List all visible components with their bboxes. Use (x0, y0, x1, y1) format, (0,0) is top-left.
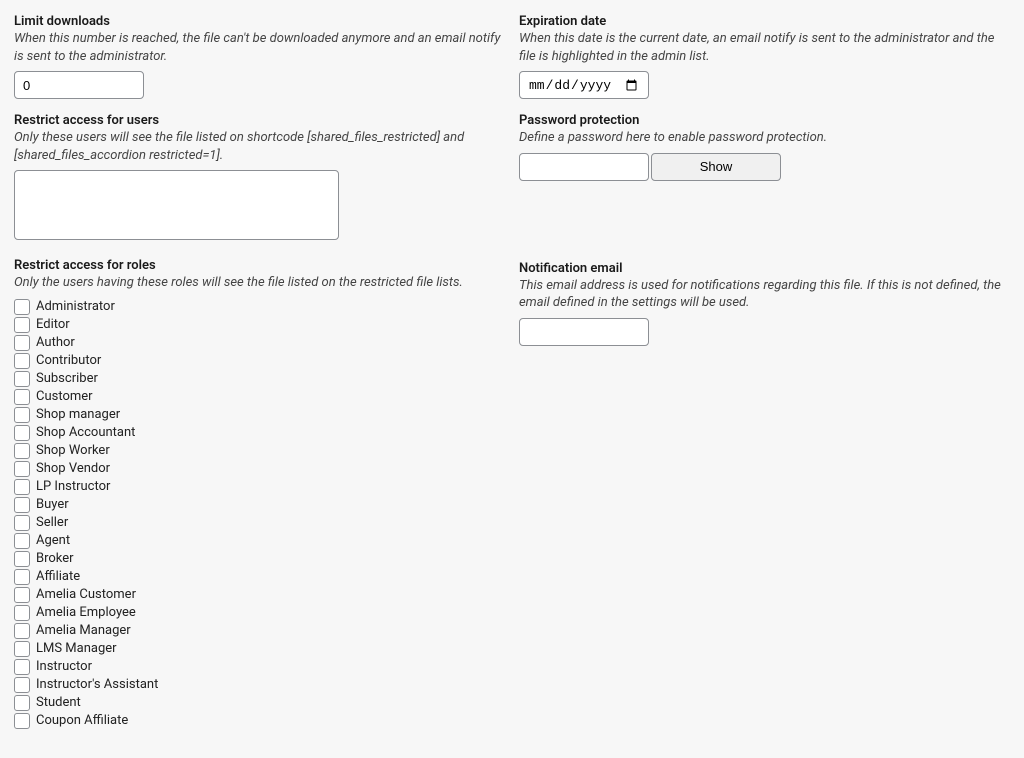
role-checkbox[interactable] (14, 299, 30, 315)
role-row: LMS Manager (14, 640, 505, 658)
role-row: Shop Accountant (14, 424, 505, 442)
notification-desc: This email address is used for notificat… (519, 277, 1010, 312)
role-label: Shop manager (36, 407, 120, 422)
role-checkbox[interactable] (14, 407, 30, 423)
restrict-users-desc: Only these users will see the file liste… (14, 129, 505, 164)
expiration-input[interactable] (519, 71, 649, 99)
role-row: Editor (14, 316, 505, 334)
role-row: Buyer (14, 496, 505, 514)
role-checkbox[interactable] (14, 425, 30, 441)
role-label: LP Instructor (36, 479, 110, 494)
role-label: Subscriber (36, 371, 98, 386)
restrict-roles-block: Restrict access for roles Only the users… (14, 258, 505, 730)
role-label: Shop Worker (36, 443, 110, 458)
role-label: Customer (36, 389, 93, 404)
role-label: Shop Accountant (36, 425, 135, 440)
role-label: Instructor's Assistant (36, 677, 158, 692)
role-checkbox[interactable] (14, 353, 30, 369)
role-row: Coupon Affiliate (14, 712, 505, 730)
role-row: Customer (14, 388, 505, 406)
role-label: Shop Vendor (36, 461, 110, 476)
limit-downloads-block: Limit downloads When this number is reac… (14, 14, 505, 99)
role-label: Amelia Customer (36, 587, 136, 602)
password-block: Password protection Define a password he… (519, 113, 1010, 181)
role-row: Affiliate (14, 568, 505, 586)
role-checkbox[interactable] (14, 713, 30, 729)
notification-input[interactable] (519, 318, 649, 346)
role-checkbox[interactable] (14, 371, 30, 387)
role-label: Amelia Manager (36, 623, 131, 638)
restrict-users-input[interactable] (14, 170, 339, 240)
role-checkbox[interactable] (14, 605, 30, 621)
role-row: Broker (14, 550, 505, 568)
expiration-label: Expiration date (519, 14, 1010, 29)
password-input[interactable] (519, 153, 649, 181)
restrict-users-block: Restrict access for users Only these use… (14, 113, 505, 244)
role-row: Subscriber (14, 370, 505, 388)
role-checkbox[interactable] (14, 641, 30, 657)
role-label: LMS Manager (36, 641, 117, 656)
expiration-block: Expiration date When this date is the cu… (519, 14, 1010, 99)
role-label: Affiliate (36, 569, 80, 584)
role-label: Instructor (36, 659, 92, 674)
role-label: Seller (36, 515, 68, 530)
role-row: Seller (14, 514, 505, 532)
role-checkbox[interactable] (14, 659, 30, 675)
role-checkbox[interactable] (14, 587, 30, 603)
role-checkbox[interactable] (14, 317, 30, 333)
role-checkbox[interactable] (14, 533, 30, 549)
role-row: LP Instructor (14, 478, 505, 496)
role-checkbox[interactable] (14, 497, 30, 513)
role-checkbox[interactable] (14, 623, 30, 639)
role-row: Amelia Employee (14, 604, 505, 622)
role-checkbox[interactable] (14, 551, 30, 567)
role-label: Broker (36, 551, 74, 566)
role-row: Author (14, 334, 505, 352)
role-row: Instructor (14, 658, 505, 676)
limit-downloads-label: Limit downloads (14, 14, 505, 29)
role-label: Contributor (36, 353, 101, 368)
limit-downloads-desc: When this number is reached, the file ca… (14, 30, 505, 65)
role-row: Student (14, 694, 505, 712)
restrict-users-label: Restrict access for users (14, 113, 505, 128)
restrict-roles-desc: Only the users having these roles will s… (14, 274, 505, 292)
limit-downloads-input[interactable] (14, 71, 144, 99)
role-checkbox[interactable] (14, 443, 30, 459)
role-checkbox[interactable] (14, 461, 30, 477)
role-checkbox[interactable] (14, 335, 30, 351)
role-label: Agent (36, 533, 70, 548)
role-label: Editor (36, 317, 70, 332)
role-row: Instructor's Assistant (14, 676, 505, 694)
role-label: Amelia Employee (36, 605, 136, 620)
roles-list: Administrator Editor Author Contributor Subs… (14, 298, 505, 730)
role-label: Author (36, 335, 75, 350)
role-label: Coupon Affiliate (36, 713, 128, 728)
role-label: Administrator (36, 299, 115, 314)
role-row: Administrator (14, 298, 505, 316)
role-row: Amelia Customer (14, 586, 505, 604)
role-row: Shop Vendor (14, 460, 505, 478)
role-row: Amelia Manager (14, 622, 505, 640)
restrict-roles-label: Restrict access for roles (14, 258, 505, 273)
role-row: Shop Worker (14, 442, 505, 460)
role-label: Buyer (36, 497, 69, 512)
role-checkbox[interactable] (14, 479, 30, 495)
role-checkbox[interactable] (14, 677, 30, 693)
role-checkbox[interactable] (14, 569, 30, 585)
role-row: Agent (14, 532, 505, 550)
notification-block: Notification email This email address is… (519, 261, 1010, 346)
role-row: Contributor (14, 352, 505, 370)
role-checkbox[interactable] (14, 515, 30, 531)
password-desc: Define a password here to enable passwor… (519, 129, 1010, 147)
expiration-desc: When this date is the current date, an e… (519, 30, 1010, 65)
right-column: Expiration date When this date is the cu… (519, 14, 1010, 744)
role-checkbox[interactable] (14, 695, 30, 711)
role-checkbox[interactable] (14, 389, 30, 405)
password-show-button[interactable]: Show (651, 153, 781, 181)
password-label: Password protection (519, 113, 1010, 128)
notification-label: Notification email (519, 261, 1010, 276)
left-column: Limit downloads When this number is reac… (14, 14, 505, 744)
role-row: Shop manager (14, 406, 505, 424)
